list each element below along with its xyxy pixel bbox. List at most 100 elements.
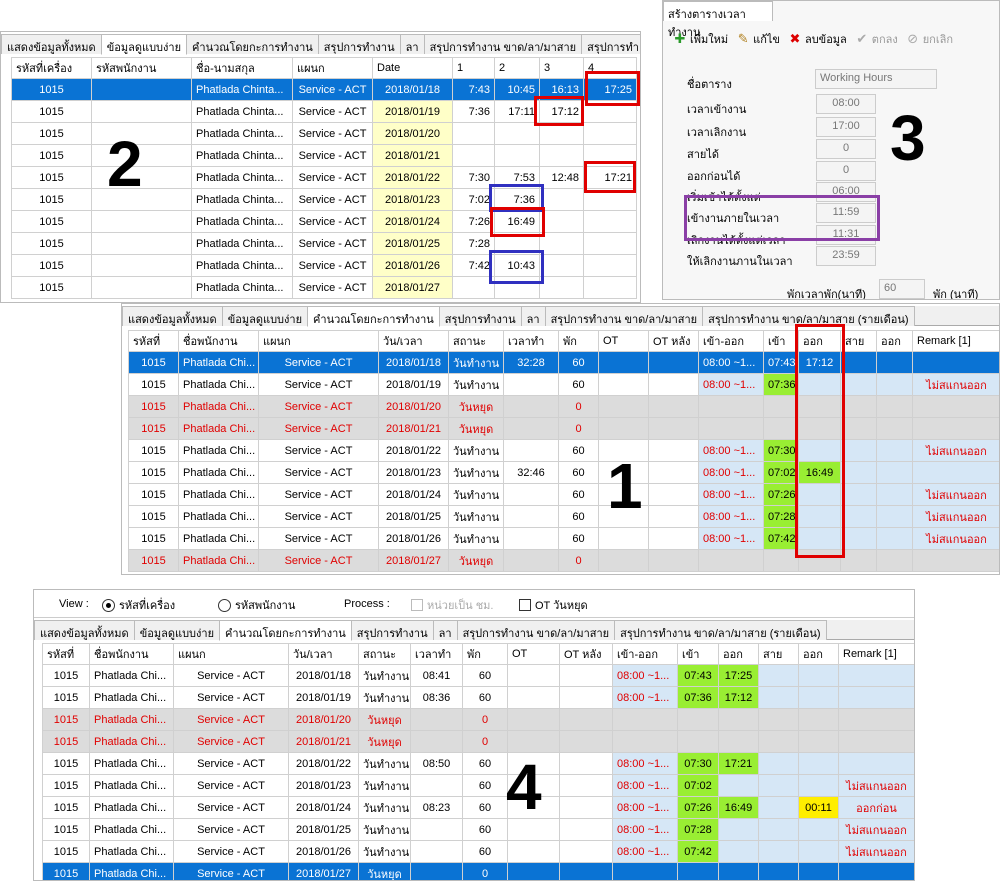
table-row[interactable]: 1015 Phatlada Chi... Service - ACT 2018/01/…	[128, 483, 999, 506]
radio-machine-id[interactable]: รหัสที่เครื่อง	[102, 596, 175, 614]
tab-4[interactable]: ลา	[399, 34, 425, 54]
column-header[interactable]: แผนก	[173, 643, 289, 665]
column-header[interactable]: 2	[494, 57, 540, 79]
column-header[interactable]: แผนก	[292, 57, 373, 79]
tab-3[interactable]: สรุปการทำงาน	[350, 620, 434, 640]
tab-6[interactable]: สรุปการทำงาน ขาด/ลา/มาสาย (รายเดือน)	[614, 620, 827, 640]
field-value[interactable]: 0	[816, 139, 876, 159]
hours-checkbox[interactable]: หน่วยเป็น ชม.	[411, 596, 493, 614]
table-row[interactable]: 1015 Phatlada Chi... Service - ACT 2018/01/…	[128, 549, 999, 572]
table-row[interactable]: 1015 Phatlada Chi... Service - ACT 2018/01/…	[128, 351, 999, 374]
field-value[interactable]: 23:59	[816, 246, 876, 266]
column-header[interactable]: ชื่อ-นามสกุล	[191, 57, 293, 79]
table-row[interactable]: 1015 Phatlada Chi... Service - ACT 2018/01/…	[42, 708, 914, 731]
tab-0[interactable]: แสดงข้อมูลทั้งหมด	[1, 34, 102, 54]
column-header[interactable]: Date	[372, 57, 453, 79]
table-row[interactable]: 1015 Phatlada Chi... Service - ACT 2018/01/…	[42, 664, 914, 687]
break-field[interactable]: 60	[879, 279, 925, 299]
column-header[interactable]: เข้า-ออก	[698, 330, 764, 352]
field-value[interactable]: 08:00	[816, 94, 876, 114]
tab-1[interactable]: ข้อมูลดูแบบง่าย	[100, 34, 188, 55]
column-header[interactable]: OT หลัง	[648, 330, 699, 352]
schedule-tab[interactable]: สร้างตารางเวลาทำงาน	[663, 1, 773, 39]
column-header[interactable]: OT	[507, 643, 560, 665]
column-header[interactable]: รหัสที่	[42, 643, 90, 665]
tab-0[interactable]: แสดงข้อมูลทั้งหมด	[122, 306, 223, 326]
table-row[interactable]: 1015 Phatlada Chi... Service - ACT 2018/01/…	[42, 752, 914, 775]
field-value[interactable]: Working Hours	[815, 69, 937, 89]
tab-5[interactable]: สรุปการทำงาน ขาด/ลา/มาสาย	[456, 620, 616, 640]
column-header[interactable]: เข้า-ออก	[612, 643, 678, 665]
tab-5[interactable]: สรุปการทำงาน ขาด/ลา/มาสาย	[544, 306, 704, 326]
tab-6[interactable]: สรุปการทำงาน ขาด/ลา/มาสาย (รายเดือน)	[702, 306, 915, 326]
column-header[interactable]: วัน/เวลา	[378, 330, 449, 352]
column-header[interactable]: เวลาทำ	[503, 330, 559, 352]
delete-button[interactable]: ✖ ลบข้อมูล	[788, 30, 847, 48]
table-row[interactable]: 1015 Phatlada Chi... Service - ACT 2018/01/…	[42, 686, 914, 709]
cancel-button[interactable]: ⊘ ยกเลิก	[906, 30, 953, 48]
table-row[interactable]: 1015 Phatlada Chi... Service - ACT 2018/01/…	[128, 527, 999, 550]
field-value[interactable]: 0	[816, 161, 876, 181]
table-row[interactable]: 1015 Phatlada Chi... Service - ACT 2018/01/…	[42, 862, 914, 880]
column-header[interactable]: เวลาทำ	[410, 643, 463, 665]
table-cell: 60	[558, 483, 599, 506]
column-header[interactable]: OT หลัง	[559, 643, 613, 665]
tab-1[interactable]: ข้อมูลดูแบบง่าย	[221, 306, 309, 326]
tab-3[interactable]: สรุปการทำงาน	[438, 306, 522, 326]
table-row[interactable]: 1015 Phatlada Chinta... Service - ACT 2018/…	[11, 144, 637, 167]
tab-5[interactable]: สรุปการทำงาน ขาด/ลา/มาสาย	[423, 34, 583, 54]
tab-6[interactable]: สรุปการทำ	[581, 34, 640, 54]
column-header[interactable]: พัก	[558, 330, 599, 352]
table-cell: Phatlada Chinta...	[191, 78, 293, 101]
column-header[interactable]: วัน/เวลา	[288, 643, 359, 665]
column-header[interactable]: ชื่อพนักงาน	[178, 330, 259, 352]
column-header[interactable]: สถานะ	[448, 330, 504, 352]
table-row[interactable]: 1015 Phatlada Chi... Service - ACT 2018/01/…	[42, 774, 914, 797]
column-header[interactable]: รหัสพนักงาน	[91, 57, 192, 79]
column-header[interactable]: เข้า	[763, 330, 799, 352]
cancel-icon: ⊘	[907, 31, 919, 46]
column-header[interactable]: Remark [1]	[912, 330, 999, 352]
column-header[interactable]: ออก	[798, 643, 839, 665]
table-cell: 2018/01/25	[372, 232, 453, 255]
tab-3[interactable]: สรุปการทำงาน	[317, 34, 401, 54]
tab-2[interactable]: คำนวณโดยกะการทำงาน	[186, 34, 319, 54]
tab-2[interactable]: คำนวณโดยกะการทำงาน	[219, 620, 352, 641]
edit-button[interactable]: ✎ แก้ไข	[736, 30, 780, 48]
tab-1[interactable]: ข้อมูลดูแบบง่าย	[133, 620, 221, 640]
tab-2[interactable]: คำนวณโดยกะการทำงาน	[307, 306, 440, 327]
table-row[interactable]: 1015 Phatlada Chi... Service - ACT 2018/01/…	[128, 395, 999, 418]
column-header[interactable]: OT	[598, 330, 649, 352]
tab-0[interactable]: แสดงข้อมูลทั้งหมด	[34, 620, 135, 640]
column-header[interactable]: ชื่อพนักงาน	[89, 643, 174, 665]
column-header[interactable]: เข้า	[677, 643, 719, 665]
table-row[interactable]: 1015 Phatlada Chi... Service - ACT 2018/01/…	[128, 439, 999, 462]
holiday-ot-checkbox[interactable]: OT วันหยุด	[519, 596, 588, 614]
column-header[interactable]: 1	[452, 57, 495, 79]
tab-4[interactable]: ลา	[520, 306, 546, 326]
table-row[interactable]: 1015 Phatlada Chi... Service - ACT 2018/01/…	[128, 373, 999, 396]
table-row[interactable]: 1015 Phatlada Chi... Service - ACT 2018/01/…	[42, 796, 914, 819]
ok-button[interactable]: ✔ ตกลง	[855, 30, 897, 48]
column-header[interactable]: 3	[539, 57, 584, 79]
column-header[interactable]: สถานะ	[358, 643, 411, 665]
column-header[interactable]: ออก	[718, 643, 759, 665]
table-row[interactable]: 1015 Phatlada Chi... Service - ACT 2018/01/…	[42, 818, 914, 841]
column-header[interactable]: สาย	[758, 643, 799, 665]
table-row[interactable]: 1015 Phatlada Chi... Service - ACT 2018/01/…	[42, 840, 914, 863]
tab-4[interactable]: ลา	[432, 620, 458, 640]
table-row[interactable]: 1015 Phatlada Chi... Service - ACT 2018/01/…	[128, 505, 999, 528]
column-header[interactable]: Remark [1]	[838, 643, 914, 665]
column-header[interactable]: รหัสที่	[128, 330, 179, 352]
field-value[interactable]: 17:00	[816, 117, 876, 137]
table-row[interactable]: 1015 Phatlada Chi... Service - ACT 2018/01/…	[128, 417, 999, 440]
table-row[interactable]: 1015 Phatlada Chi... Service - ACT 2018/01/…	[128, 461, 999, 484]
column-header[interactable]: พัก	[462, 643, 508, 665]
add-button[interactable]: ✚ เพิ่มใหม่	[673, 30, 729, 48]
column-header[interactable]: ออก	[876, 330, 913, 352]
column-header[interactable]: แผนก	[258, 330, 379, 352]
table-row[interactable]: 1015 Phatlada Chi... Service - ACT 2018/01/…	[42, 730, 914, 753]
radio-employee-id[interactable]: รหัสพนักงาน	[218, 596, 295, 614]
column-header[interactable]: สาย	[840, 330, 877, 352]
column-header[interactable]: รหัสที่เครื่อง	[11, 57, 92, 79]
